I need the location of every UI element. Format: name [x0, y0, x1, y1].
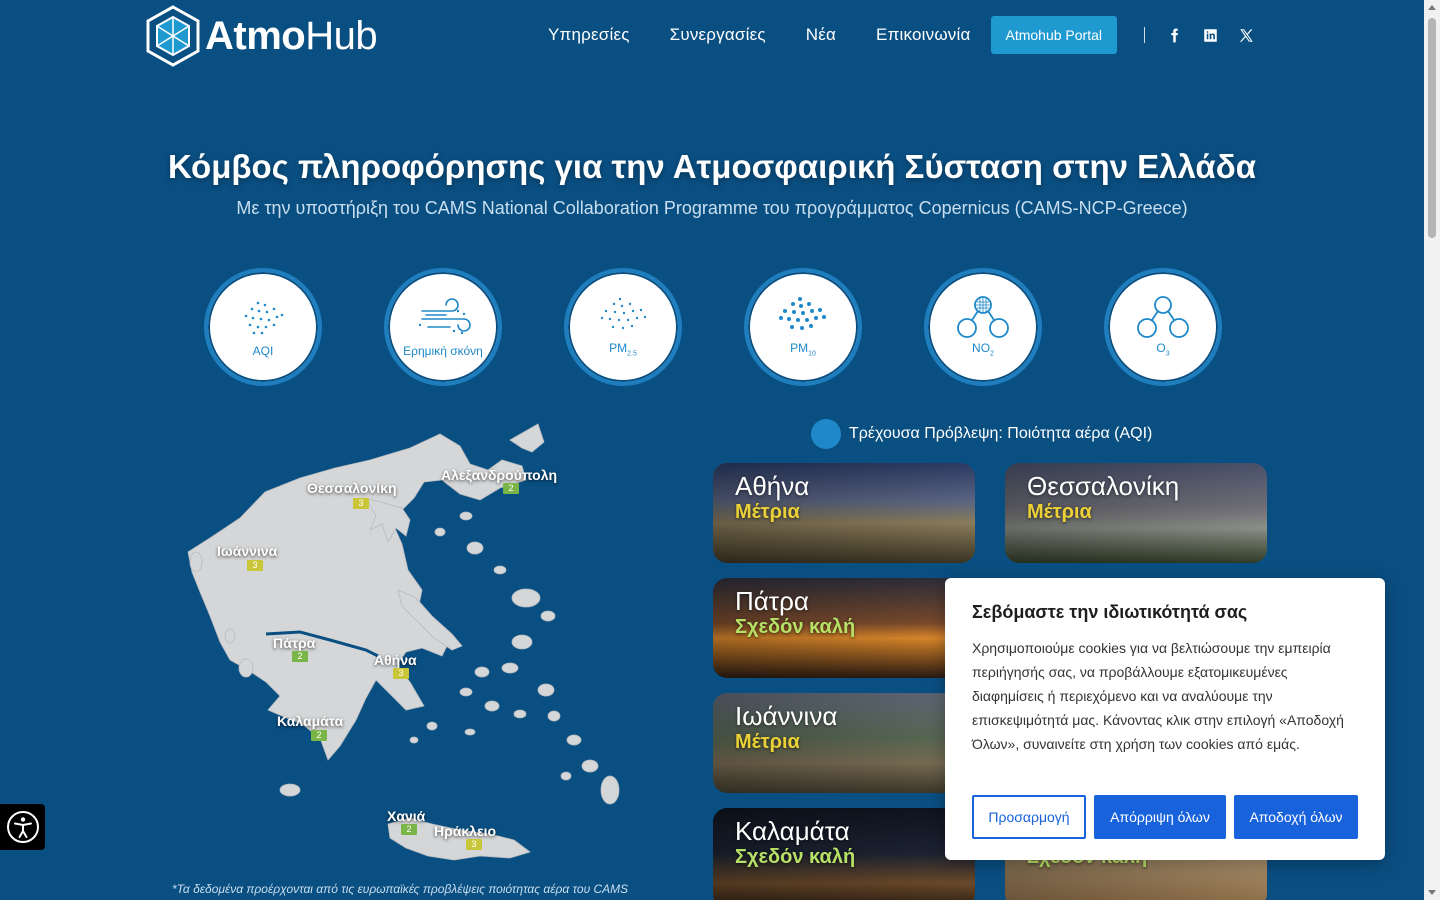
- map-city-label: Καλαμάτα: [277, 713, 344, 729]
- card-status: Σχεδόν καλή: [735, 846, 856, 868]
- logo-text-bold: Atmo: [205, 13, 306, 58]
- map-aqi-badge[interactable]: 3: [393, 668, 409, 679]
- cookie-title: Σεβόμαστε την ιδιωτικότητά σας: [972, 602, 1248, 622]
- linkedin-icon[interactable]: [1201, 26, 1219, 44]
- pollutant-dust-label: Ερημική σκόνη: [403, 343, 483, 358]
- dots-icon: [244, 301, 284, 334]
- city-card-patra[interactable]: Πάτρα Σχεδόν καλή: [713, 578, 975, 678]
- card-city-name: Καλαμάτα: [735, 816, 850, 846]
- map-city-label: Αλεξανδρούπολη: [441, 467, 558, 483]
- pollutant-no2-label: NO2: [972, 340, 994, 360]
- wind-icon: [418, 297, 471, 334]
- card-status: Μέτρια: [735, 731, 800, 753]
- map-aqi-badge[interactable]: 3: [466, 839, 482, 850]
- map-city-label: Αθήνα: [374, 652, 417, 668]
- pollutant-o3-button[interactable]: O3: [1104, 268, 1222, 386]
- map-city-label: Ιωάννινα: [217, 543, 278, 559]
- pollutant-pm10-main: PM: [790, 340, 809, 355]
- pollutant-o3-main: O: [1156, 340, 1166, 355]
- hero-subtitle: Με την υποστήριξη του CAMS National Coll…: [236, 198, 1188, 218]
- pollutant-o3-label: O3: [1156, 340, 1170, 360]
- pollutant-pm25-label: PM2.5: [609, 340, 637, 360]
- nav-services[interactable]: Υπηρεσίες: [548, 25, 630, 45]
- nav-news[interactable]: Νέα: [806, 25, 836, 45]
- pollutant-o3-sub: 3: [1165, 350, 1170, 358]
- scroll-thumb[interactable]: [1428, 18, 1436, 238]
- hero-title: Κόμβος πληροφόρησης για την Ατμοσφαιρική…: [167, 148, 1257, 185]
- city-card-thessaloniki[interactable]: Θεσσαλονίκη Μέτρια: [1005, 463, 1267, 563]
- card-status: Σχεδόν καλή: [735, 616, 856, 638]
- map-aqi-badge[interactable]: 2: [292, 651, 308, 662]
- card-city-name: Αθήνα: [735, 471, 810, 501]
- logo-text: AtmoHub: [205, 13, 378, 59]
- cookie-body: Χρησιμοποιούμε cookies για να βελτιώσουμ…: [972, 640, 1344, 752]
- nav-partnerships[interactable]: Συνεργασίες: [670, 25, 766, 45]
- pollutant-pm10-button[interactable]: PM10: [744, 268, 862, 386]
- pollutant-pm25-main: PM: [609, 340, 628, 355]
- accessibility-icon: [6, 811, 39, 843]
- main-nav: Υπηρεσίες Συνεργασίες Νέα Επικοινωνία At…: [548, 15, 1273, 55]
- card-status: Μέτρια: [1027, 501, 1092, 523]
- map-aqi-badge[interactable]: 3: [247, 560, 263, 571]
- card-status: Μέτρια: [735, 501, 800, 523]
- scroll-down-icon[interactable]: [1428, 890, 1436, 895]
- pollutant-dust-button[interactable]: Ερημική σκόνη: [384, 268, 502, 386]
- cookie-consent-dialog: Σεβόμαστε την ιδιωτικότητά σας Χρησιμοπο…: [945, 578, 1385, 860]
- scroll-up-icon[interactable]: [1428, 5, 1436, 10]
- map-footnote: *Τα δεδομένα προέρχονται από τις ευρωπαϊ…: [172, 882, 629, 896]
- map-aqi-badge[interactable]: 2: [311, 730, 327, 741]
- map-aqi-badge[interactable]: 2: [401, 824, 417, 835]
- map-city-label: Ηράκλειο: [434, 823, 497, 839]
- greece-map[interactable]: Θεσσαλονίκη 3 Αλεξανδρούπολη 2 Ιωάννινα …: [170, 420, 640, 880]
- pollutant-pm25-button[interactable]: PM2.5: [564, 268, 682, 386]
- forecast-label: Τρέχουσα Πρόβλεψη: Ποιότητα αέρα (AQI): [849, 425, 1153, 442]
- x-icon[interactable]: [1237, 26, 1255, 44]
- card-city-name: Ιωάννινα: [735, 701, 838, 731]
- cookie-buttons: Προσαρμογή Απόρριψη όλων Αποδοχή όλων: [972, 795, 1366, 839]
- city-card-athens[interactable]: Αθήνα Μέτρια: [713, 463, 975, 563]
- facebook-icon[interactable]: [1165, 26, 1183, 44]
- map-aqi-badge[interactable]: 3: [353, 498, 369, 509]
- map-city-label: Χανιά: [387, 808, 426, 824]
- nav-divider: [1144, 27, 1145, 43]
- atmohub-portal-button[interactable]: Atmohub Portal: [990, 16, 1117, 54]
- accessibility-button[interactable]: [0, 804, 45, 850]
- o3-molecule-icon: [1137, 295, 1189, 338]
- cookie-accept-all-button[interactable]: Αποδοχή όλων: [1234, 795, 1358, 839]
- pollutant-aqi-button[interactable]: AQI: [204, 268, 322, 386]
- page-scrollbar[interactable]: [1424, 0, 1440, 900]
- nav-contact[interactable]: Επικοινωνία: [876, 25, 970, 45]
- pollutant-pm10-sub: 10: [808, 350, 816, 358]
- cookie-customize-button[interactable]: Προσαρμογή: [972, 795, 1086, 839]
- card-city-name: Πάτρα: [735, 586, 809, 616]
- map-city-label: Θεσσαλονίκη: [307, 480, 397, 496]
- pollutant-pm25-sub: 2.5: [627, 350, 637, 358]
- cookie-reject-all-button[interactable]: Απόρριψη όλων: [1094, 795, 1226, 839]
- coarse-particles-icon: [779, 296, 826, 330]
- pollutant-no2-main: NO: [972, 340, 991, 355]
- atmohub-logo[interactable]: AtmoHub: [145, 5, 378, 67]
- forecast-legend: Τρέχουσα Πρόβλεψη: Ποιότητα αέρα (AQI): [811, 419, 1152, 449]
- pollutant-aqi-label: AQI: [252, 343, 274, 358]
- card-city-name: Θεσσαλονίκη: [1027, 471, 1180, 501]
- map-city-label: Πάτρα: [273, 635, 316, 651]
- forecast-dot-icon: [811, 419, 841, 449]
- city-card-kalamata[interactable]: Καλαμάτα Σχεδόν καλή: [713, 808, 975, 900]
- pollutant-no2-sub: 2: [990, 350, 994, 358]
- no2-molecule-icon: [957, 295, 1009, 338]
- pollutant-pm10-label: PM10: [790, 340, 816, 360]
- logo-text-light: Hub: [305, 13, 378, 58]
- fine-particles-icon: [600, 297, 647, 329]
- map-aqi-badge[interactable]: 2: [503, 483, 519, 494]
- hexagon-logo-icon: [146, 5, 200, 67]
- site-header: AtmoHub Υπηρεσίες Συνεργασίες Νέα Επικοι…: [0, 0, 1424, 72]
- city-card-ioannina[interactable]: Ιωάννινα Μέτρια: [713, 693, 975, 793]
- pollutant-selector: AQI Ερημική σκόνη PM2.5 PM10 NO2 O3: [204, 268, 1284, 386]
- pollutant-no2-button[interactable]: NO2: [924, 268, 1042, 386]
